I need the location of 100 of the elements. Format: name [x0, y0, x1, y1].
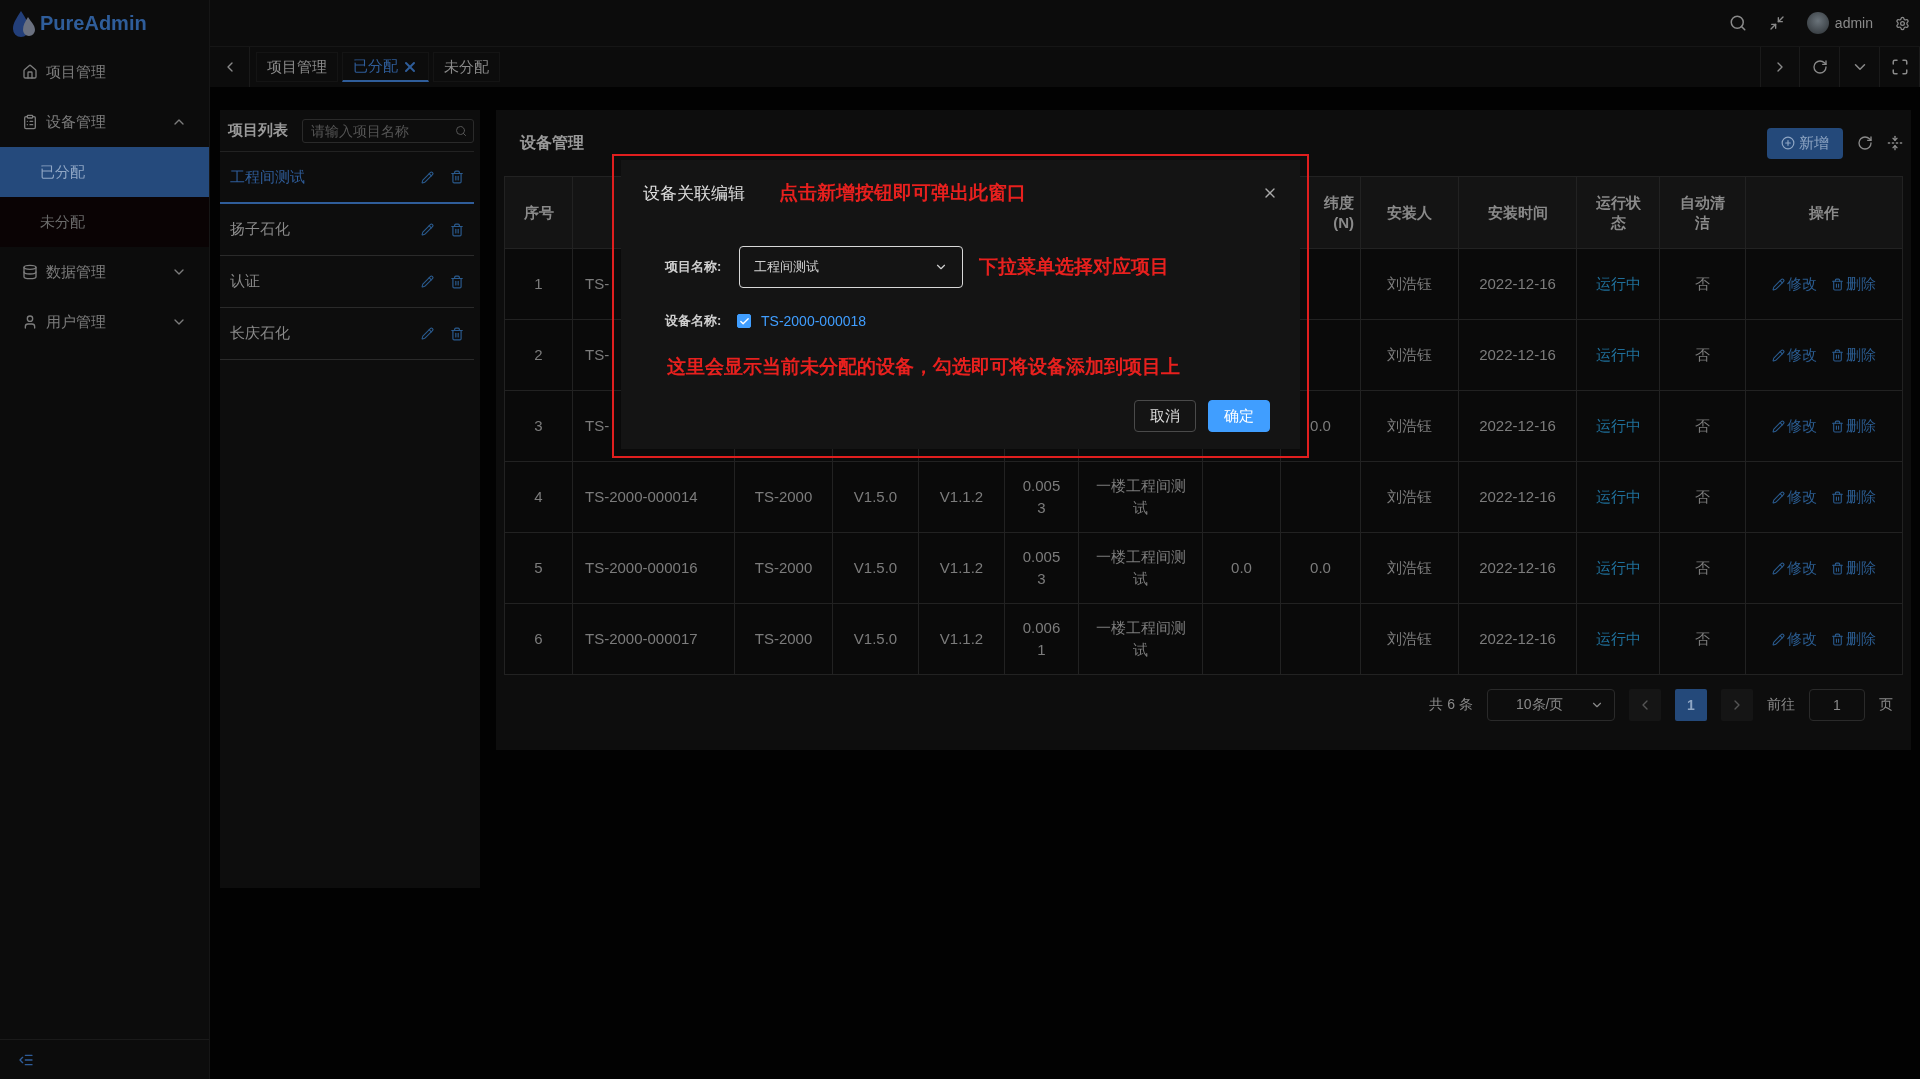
table-cell: TS- [585, 346, 610, 364]
search-icon[interactable] [1728, 14, 1747, 32]
table-cell: TS-2000 [754, 630, 813, 648]
delete-link[interactable]: 删除 [1831, 344, 1876, 366]
avatar[interactable] [1806, 12, 1829, 34]
table-cell: 4 [534, 488, 543, 506]
table-cell: V1.1.2 [939, 630, 984, 648]
density-icon[interactable] [1887, 135, 1903, 151]
delete-link[interactable]: 删除 [1831, 486, 1876, 508]
table-cell: V1.1.2 [939, 488, 984, 506]
edit-icon[interactable] [421, 327, 434, 340]
tab[interactable]: 已分配 [342, 52, 429, 82]
edit-link[interactable]: 修改 [1772, 557, 1817, 579]
field-label: 设备名称: [665, 312, 723, 330]
table-cell: 刘浩钰 [1387, 346, 1432, 364]
table-cell: 2 [534, 346, 543, 364]
delete-icon[interactable] [450, 326, 464, 341]
table-cell: V1.1.2 [939, 559, 984, 577]
sidebar-item[interactable]: 设备管理 [0, 97, 209, 147]
tab[interactable]: 未分配 [433, 52, 500, 82]
cancel-button[interactable]: 取消 [1134, 400, 1196, 432]
table-cell: 否 [1695, 346, 1710, 364]
delete-link[interactable]: 删除 [1831, 273, 1876, 295]
table-cell: 刘浩钰 [1387, 559, 1432, 577]
clipboard-icon [22, 114, 38, 130]
total-count: 共 6 条 [1429, 696, 1473, 714]
project-item[interactable]: 工程间测试 [220, 152, 474, 204]
column-header: 序号 [523, 203, 554, 221]
column-header: 安装时间 [1487, 203, 1548, 221]
project-item[interactable]: 长庆石化 [220, 308, 474, 360]
checkbox[interactable] [737, 314, 751, 328]
table-cell: 刘浩钰 [1387, 630, 1432, 648]
trash-icon [1831, 490, 1844, 504]
page-suffix: 页 [1879, 696, 1893, 714]
user-name[interactable]: admin [1834, 15, 1873, 31]
refresh-icon[interactable] [1857, 135, 1873, 151]
search-input[interactable]: 请输入项目名称 [309, 121, 451, 140]
project-name: 认证 [230, 272, 261, 291]
sidebar-subitem[interactable]: 未分配 [0, 197, 209, 247]
add-button[interactable]: 新增 [1767, 127, 1843, 159]
sidebar-item[interactable]: 用户管理 [0, 297, 209, 347]
checkbox-label[interactable]: TS-2000-000018 [761, 313, 867, 329]
edit-link[interactable]: 修改 [1772, 273, 1817, 295]
sidebar-item[interactable]: 数据管理 [0, 247, 209, 297]
pencil-icon [1772, 561, 1785, 575]
edit-link[interactable]: 修改 [1772, 415, 1817, 437]
pencil-icon [1772, 632, 1785, 646]
table-cell: 一楼工程间测试 [1095, 477, 1186, 516]
pencil-icon [1772, 490, 1785, 504]
delete-icon[interactable] [450, 274, 464, 289]
project-name: 工程间测试 [230, 167, 306, 187]
table-cell: 2022-12-16 [1479, 417, 1556, 435]
sidebar-item[interactable]: 项目管理 [0, 47, 209, 97]
confirm-button[interactable]: 确定 [1208, 400, 1270, 432]
page-input[interactable]: 1 [1809, 689, 1865, 721]
sidebar-subitem[interactable]: 已分配 [0, 147, 209, 197]
table-cell: 2022-12-16 [1479, 630, 1556, 648]
edit-link[interactable]: 修改 [1772, 344, 1817, 366]
table-cell: 刘浩钰 [1387, 417, 1432, 435]
project-item[interactable]: 扬子石化 [220, 204, 474, 256]
page-size-select[interactable]: 10条/页 [1487, 689, 1615, 721]
refresh-icon[interactable] [1811, 59, 1828, 75]
delete-link[interactable]: 删除 [1831, 628, 1876, 650]
project-select[interactable]: 工程间测试 [739, 246, 963, 288]
settings-icon[interactable] [1895, 15, 1910, 31]
page-button[interactable]: 1 [1675, 689, 1707, 721]
table-cell: TS-2000-000017 [585, 630, 698, 648]
edit-icon[interactable] [421, 223, 434, 236]
fullscreen-icon[interactable] [1890, 58, 1909, 76]
edit-icon[interactable] [421, 170, 434, 184]
table-cell: 0.0053 [1022, 548, 1061, 587]
table-cell: 刘浩钰 [1387, 275, 1432, 293]
database-icon [22, 264, 38, 280]
edit-icon[interactable] [421, 275, 434, 288]
edit-link[interactable]: 修改 [1772, 628, 1817, 650]
table-cell: TS- [585, 417, 610, 435]
table-cell: 一楼工程间测试 [1095, 619, 1186, 658]
table-cell: 否 [1695, 630, 1710, 648]
tab[interactable]: 项目管理 [256, 52, 338, 82]
status-text: 运行中 [1595, 346, 1641, 364]
delete-link[interactable]: 删除 [1831, 557, 1876, 579]
table-cell: 0.0 [1310, 559, 1331, 577]
table-cell: 1 [534, 275, 543, 293]
delete-icon[interactable] [450, 170, 464, 184]
trash-icon [1831, 277, 1844, 291]
search-icon [455, 124, 467, 137]
app-logo: PureAdmin [40, 12, 147, 35]
delete-icon[interactable] [450, 222, 464, 237]
table-cell: 6 [534, 630, 543, 648]
table-cell: TS- [585, 275, 610, 293]
column-header: 自动清洁 [1680, 194, 1725, 231]
fullscreen-icon[interactable] [1768, 15, 1785, 31]
table-cell: 2022-12-16 [1479, 488, 1556, 506]
project-item[interactable]: 认证 [220, 256, 474, 308]
goto-label: 前往 [1767, 696, 1795, 714]
search-field[interactable]: 请输入项目名称 [302, 118, 474, 143]
status-text: 运行中 [1595, 559, 1641, 577]
delete-link[interactable]: 删除 [1831, 415, 1876, 437]
edit-link[interactable]: 修改 [1772, 486, 1817, 508]
table-cell: 否 [1695, 559, 1710, 577]
